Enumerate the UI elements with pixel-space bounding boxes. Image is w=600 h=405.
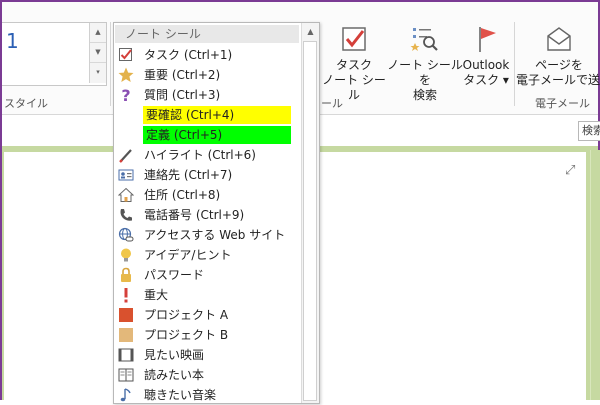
exclamation-icon — [118, 287, 134, 303]
note-tag-label: 連絡先 (Ctrl+7) — [144, 168, 233, 182]
note-tag-item[interactable]: プロジェクト A — [114, 305, 300, 325]
note-tag-item[interactable]: 重要 (Ctrl+2) — [114, 65, 300, 85]
find-tags-icon — [410, 28, 438, 51]
page-tabs-strip[interactable] — [586, 150, 600, 400]
note-tag-item[interactable]: 要確認 (Ctrl+4) — [114, 105, 300, 125]
note-tag-item[interactable]: 読みたい本 — [114, 365, 300, 385]
note-tag-label: 重要 (Ctrl+2) — [144, 68, 221, 82]
book-icon — [118, 367, 134, 383]
question-icon: ? — [118, 87, 134, 103]
style-group-label: スタイル — [4, 97, 48, 110]
note-tag-item[interactable]: 見たい映画 — [114, 345, 300, 365]
note-tag-item[interactable]: 聴きたい音楽 — [114, 385, 300, 405]
email-page-line1: ページを — [535, 58, 583, 72]
note-tag-label: 電話番号 (Ctrl+9) — [144, 208, 245, 222]
note-tags-header: ノート シール — [115, 25, 299, 43]
task-note-tag-button[interactable]: タスク ノート シール — [320, 24, 388, 103]
note-tag-item[interactable]: ハイライト (Ctrl+6) — [114, 145, 300, 165]
note-tag-label: 読みたい本 — [144, 368, 205, 382]
note-tag-label: パスワード — [144, 268, 205, 282]
task-button-line2: ノート シール — [322, 73, 386, 102]
expand-icon[interactable]: ⤢ — [565, 164, 579, 178]
note-tag-label: 定義 (Ctrl+5) — [143, 126, 291, 144]
music-note-icon — [118, 387, 134, 403]
note-tag-label: アクセスする Web サイト — [144, 228, 286, 242]
house-icon — [118, 187, 134, 203]
lightbulb-icon — [118, 247, 134, 263]
note-tag-label: 要確認 (Ctrl+4) — [143, 106, 291, 124]
note-tag-item[interactable]: 電話番号 (Ctrl+9) — [114, 205, 300, 225]
email-page-line2: 電子メールで送信 — [516, 73, 600, 87]
note-tag-item[interactable]: タスク (Ctrl+1) — [114, 45, 300, 65]
note-tag-item[interactable]: パスワード — [114, 265, 300, 285]
checkbox-checked-icon — [118, 47, 134, 63]
note-tag-label: 住所 (Ctrl+8) — [144, 188, 221, 202]
note-tag-item[interactable]: アイデア/ヒント — [114, 245, 300, 265]
task-checkbox-icon — [342, 27, 366, 51]
find-tags-line2: 検索 — [412, 88, 437, 102]
group-divider — [110, 22, 111, 106]
note-tag-label: 質問 (Ctrl+3) — [144, 88, 221, 102]
note-tag-item[interactable]: ? 質問 (Ctrl+3) — [114, 85, 300, 105]
style-gallery-fragment: 1 — [6, 29, 19, 53]
note-tag-item[interactable]: 連絡先 (Ctrl+7) — [114, 165, 300, 185]
note-tag-item[interactable]: 住所 (Ctrl+8) — [114, 185, 300, 205]
dropdown-scrollbar[interactable]: ▲ — [301, 23, 319, 403]
star-icon — [118, 67, 134, 83]
note-tag-label: プロジェクト A — [144, 308, 229, 322]
contact-card-icon — [118, 167, 134, 183]
note-tag-label: 重大 — [144, 288, 169, 302]
email-group-label: 電子メール — [535, 97, 590, 110]
note-tags-dropdown: ノート シール ▲ タスク (Ctrl+1) 重要 (Ctrl+2)? 質問 (Ct… — [113, 22, 320, 404]
note-tag-item[interactable]: 重大 — [114, 285, 300, 305]
note-tag-label: タスク (Ctrl+1) — [144, 48, 233, 62]
note-tag-label: プロジェクト B — [144, 328, 229, 342]
chevron-up-icon[interactable]: ▲ — [302, 25, 319, 39]
outlook-tasks-button[interactable]: Outlook タスク ▾ — [457, 24, 515, 88]
film-icon — [118, 347, 134, 363]
flag-icon — [479, 27, 496, 52]
gallery-more-icon[interactable]: ▾ — [90, 63, 106, 82]
note-tag-item[interactable]: アクセスする Web サイト — [114, 225, 300, 245]
note-tag-label: 見たい映画 — [144, 348, 205, 362]
highlighter-pen-icon — [118, 147, 134, 163]
email-page-button[interactable]: ページを 電子メールで送信 — [516, 24, 600, 88]
tan-square-icon — [118, 327, 134, 343]
task-button-line1: タスク — [335, 58, 372, 72]
note-tag-label: ハイライト (Ctrl+6) — [144, 148, 256, 162]
globe-link-icon — [118, 227, 134, 243]
find-tags-button[interactable]: ノート シールを 検索 — [385, 24, 465, 103]
outlook-tasks-line1: Outlook — [462, 58, 510, 72]
note-tag-item[interactable]: プロジェクト B — [114, 325, 300, 345]
note-tag-label: アイデア/ヒント — [144, 248, 232, 262]
page-left-border — [2, 152, 4, 400]
search-input[interactable]: 検索 — [578, 121, 600, 141]
note-tags-list: タスク (Ctrl+1) 重要 (Ctrl+2)? 質問 (Ctrl+3) 要確認 (… — [114, 45, 300, 405]
note-tag-item[interactable]: 定義 (Ctrl+5) — [114, 125, 300, 145]
style-gallery-scroll[interactable]: ▲ ▼ ▾ — [89, 23, 106, 83]
find-tags-line1: ノート シールを — [387, 58, 463, 87]
group-divider — [514, 22, 515, 106]
chevron-down-icon[interactable]: ▼ — [90, 43, 106, 63]
outlook-tasks-line2: タスク ▾ — [463, 73, 509, 87]
note-tag-label: 聴きたい音楽 — [144, 388, 217, 402]
lock-icon — [118, 267, 134, 283]
svg-text:?: ? — [121, 87, 130, 103]
scrollbar-thumb[interactable] — [303, 41, 317, 401]
phone-icon — [118, 207, 134, 223]
red-square-icon — [118, 307, 134, 323]
envelope-icon — [547, 27, 571, 51]
chevron-up-icon[interactable]: ▲ — [90, 23, 106, 43]
